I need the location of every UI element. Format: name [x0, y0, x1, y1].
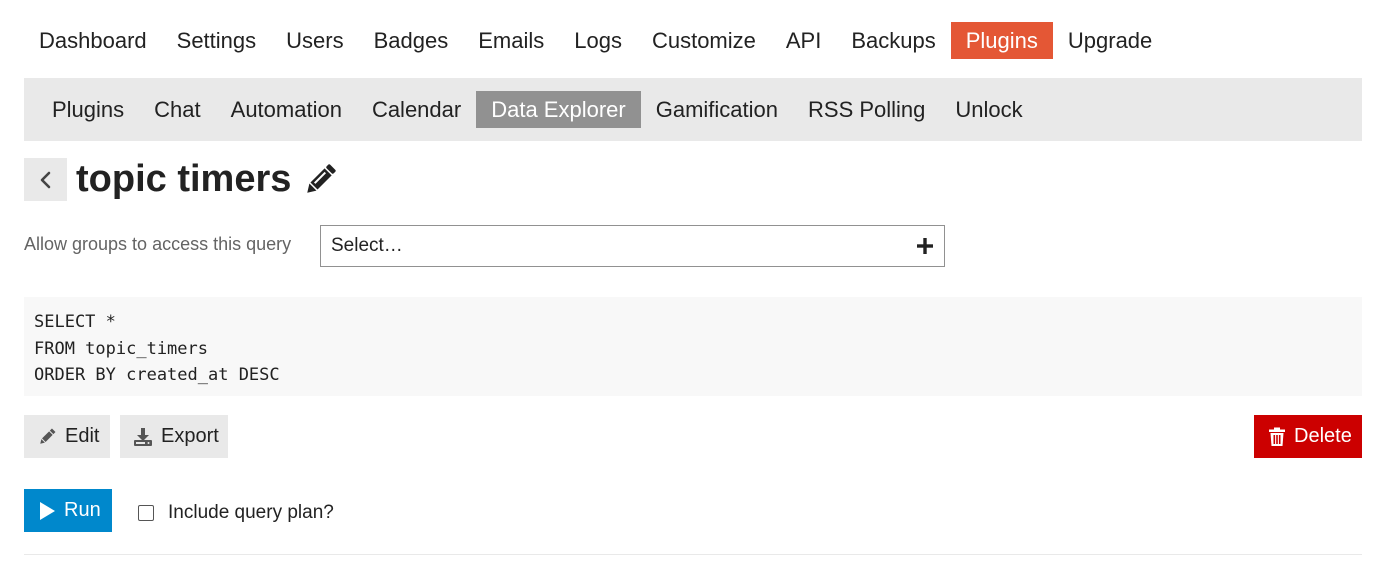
- chevron-left-icon: [39, 171, 53, 189]
- sql-line: FROM topic_timers: [34, 338, 208, 359]
- nav-item-logs[interactable]: Logs: [559, 22, 637, 59]
- sub-nav-item-automation[interactable]: Automation: [216, 91, 357, 128]
- nav-item-dashboard[interactable]: Dashboard: [24, 22, 162, 59]
- export-button[interactable]: Export: [120, 415, 228, 458]
- page-title: topic timers: [76, 158, 292, 200]
- sub-nav-item-rss-polling[interactable]: RSS Polling: [793, 91, 940, 128]
- nav-item-users[interactable]: Users: [271, 22, 358, 59]
- pencil-icon[interactable]: [301, 161, 339, 199]
- sub-nav-item-gamification[interactable]: Gamification: [641, 91, 793, 128]
- sql-query-display[interactable]: SELECT * FROM topic_timers ORDER BY crea…: [24, 297, 1362, 396]
- export-button-label: Export: [161, 425, 219, 447]
- play-icon: [38, 501, 56, 521]
- sub-nav-item-unlock[interactable]: Unlock: [940, 91, 1037, 128]
- edit-button[interactable]: Edit: [24, 415, 110, 458]
- edit-button-label: Edit: [65, 425, 100, 447]
- query-title-row: topic timers: [24, 158, 339, 201]
- include-query-plan-checkbox[interactable]: [138, 505, 154, 521]
- groups-access-label: Allow groups to access this query: [24, 234, 292, 254]
- delete-button[interactable]: Delete: [1254, 415, 1362, 458]
- sub-nav-item-data-explorer[interactable]: Data Explorer: [476, 91, 641, 128]
- nav-item-settings[interactable]: Settings: [162, 22, 272, 59]
- nav-item-api[interactable]: API: [771, 22, 836, 59]
- divider: [24, 554, 1362, 555]
- sql-line: ORDER BY created_at DESC: [34, 365, 280, 385]
- run-button[interactable]: Run: [24, 489, 112, 532]
- pencil-icon: [37, 427, 57, 447]
- include-query-plan-label[interactable]: Include query plan?: [168, 502, 334, 524]
- groups-select[interactable]: Select…: [320, 225, 945, 267]
- nav-item-upgrade[interactable]: Upgrade: [1053, 22, 1167, 59]
- plugins-sub-nav: Plugins Chat Automation Calendar Data Ex…: [24, 78, 1362, 141]
- trash-icon: [1268, 427, 1286, 447]
- run-button-label: Run: [64, 499, 101, 521]
- sub-nav-item-plugins[interactable]: Plugins: [37, 91, 139, 128]
- download-icon: [133, 427, 153, 447]
- nav-item-customize[interactable]: Customize: [637, 22, 771, 59]
- sub-nav-item-chat[interactable]: Chat: [139, 91, 215, 128]
- plus-icon[interactable]: [916, 237, 934, 255]
- nav-item-emails[interactable]: Emails: [463, 22, 559, 59]
- nav-item-backups[interactable]: Backups: [836, 22, 950, 59]
- sub-nav-item-calendar[interactable]: Calendar: [357, 91, 476, 128]
- nav-item-badges[interactable]: Badges: [359, 22, 464, 59]
- groups-select-placeholder: Select…: [331, 235, 403, 256]
- sql-line: SELECT *: [34, 312, 116, 332]
- back-button[interactable]: [24, 158, 67, 201]
- admin-top-nav: Dashboard Settings Users Badges Emails L…: [24, 22, 1167, 59]
- delete-button-label: Delete: [1294, 425, 1352, 447]
- nav-item-plugins[interactable]: Plugins: [950, 22, 1053, 59]
